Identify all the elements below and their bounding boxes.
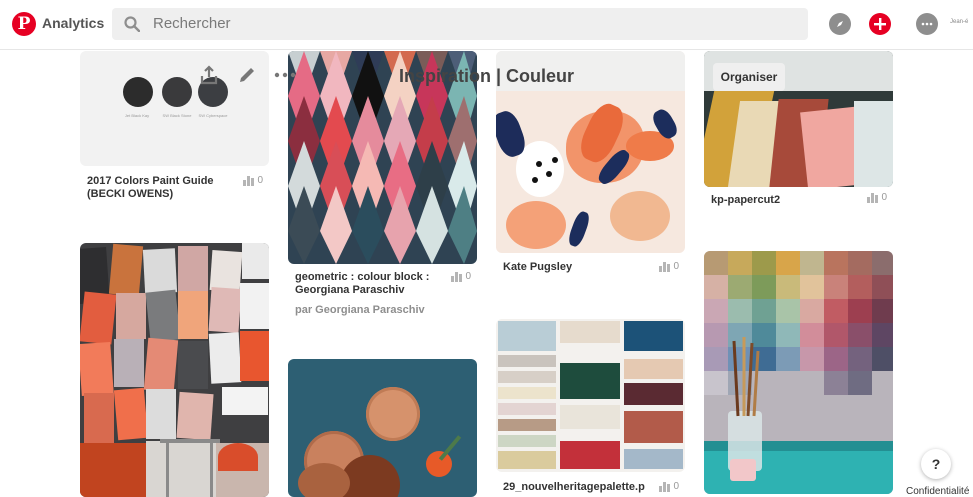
compass-icon[interactable]: [829, 13, 851, 35]
pin-stat: 0: [866, 192, 887, 203]
pin-card[interactable]: [288, 359, 477, 497]
pin-stat: 0: [242, 175, 263, 186]
pin-card[interactable]: [704, 251, 893, 494]
pin-caption: kp-papercut2: [711, 194, 781, 206]
analytics-link[interactable]: Analytics: [42, 15, 104, 31]
pin-image: [496, 319, 685, 472]
pin-save-count: 0: [673, 261, 679, 272]
swatch-label: SW Cyberspace: [198, 113, 228, 118]
pin-save-count: 0: [673, 481, 679, 492]
search-placeholder: Rechercher: [153, 15, 231, 32]
pin-image: [704, 251, 893, 494]
top-bar: P Analytics Rechercher Jean-é: [0, 0, 973, 50]
pin-card[interactable]: [80, 243, 269, 497]
pin-stat: 0: [450, 271, 471, 282]
privacy-link[interactable]: Confidentialité: [906, 486, 969, 497]
plus-icon: [874, 18, 886, 30]
pin-caption: 29_nouvelheritagepalette.p: [503, 481, 645, 493]
add-pin-button[interactable]: [869, 13, 891, 35]
pinterest-logo[interactable]: P: [12, 12, 36, 36]
pin-save-count: 0: [465, 271, 471, 282]
search-icon: [124, 16, 140, 32]
pin-stat: 0: [658, 481, 679, 492]
pin-image: [288, 359, 477, 497]
pin-caption: 2017 Colors Paint Guide (BECKI OWENS): [87, 175, 214, 200]
board-header: Inspiration | Couleur Organiser: [0, 51, 973, 101]
avatar[interactable]: Jean-é: [950, 19, 968, 25]
pin-caption: Kate Pugsley: [503, 261, 573, 273]
pin-save-count: 0: [881, 192, 887, 203]
pin-card[interactable]: 29_nouvelheritagepalette.p 0: [496, 319, 685, 497]
pin-stat: 0: [658, 261, 679, 272]
board-title: Inspiration | Couleur: [398, 66, 575, 86]
swatch-label: Jet Black Kay: [124, 113, 150, 118]
search-input[interactable]: Rechercher: [112, 8, 808, 40]
chat-icon[interactable]: [916, 13, 938, 35]
pin-author[interactable]: par Georgiana Paraschiv: [295, 304, 425, 316]
organise-button[interactable]: Organiser: [713, 63, 785, 91]
swatch-label: SW Black Stone: [162, 113, 192, 118]
pin-save-count: 0: [257, 175, 263, 186]
pin-image: [80, 243, 269, 497]
help-button[interactable]: ?: [921, 449, 951, 479]
pin-caption: geometric : colour block : Georgiana Par…: [295, 271, 430, 296]
